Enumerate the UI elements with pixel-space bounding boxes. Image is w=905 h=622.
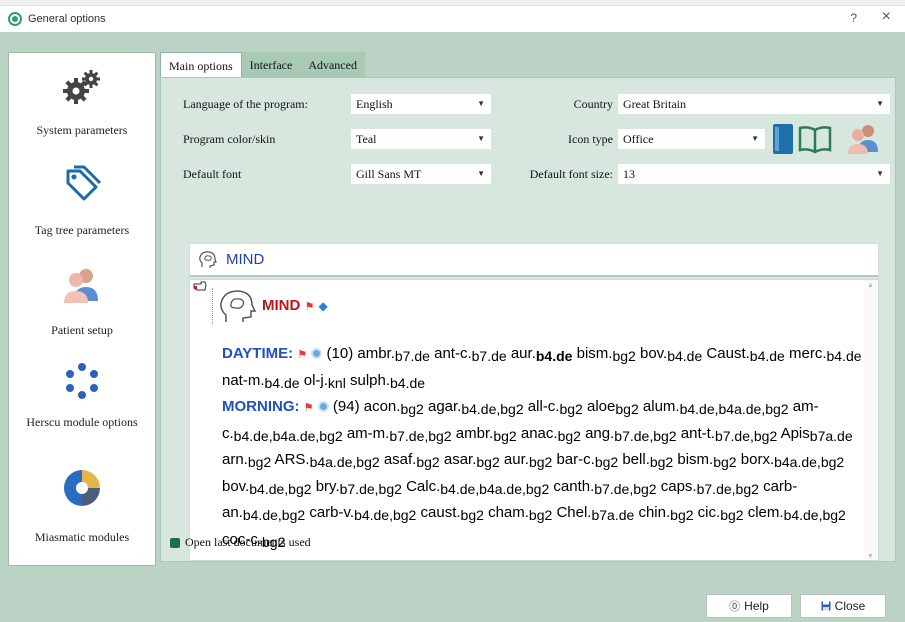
help-circle-icon: ⓪ — [729, 601, 741, 613]
sidebar-item-system-parameters[interactable]: System parameters — [9, 65, 155, 139]
gears-icon — [63, 70, 100, 104]
flag-icon: ⚑ — [304, 301, 315, 313]
chevron-down-icon: ▼ — [477, 134, 485, 143]
chapter-heading: MIND ⚑ ◆ — [262, 297, 328, 314]
main-options-panel: Language of the program: English ▼ Count… — [160, 77, 896, 562]
close-icon[interactable]: × — [882, 8, 891, 26]
window-title: General options — [28, 13, 106, 25]
rubric-name: DAYTIME: — [222, 345, 294, 362]
repertory-text: DAYTIME: ⚑ (10) ambr.b7.de ant-c.b7.de a… — [222, 345, 862, 550]
pointing-hand-icon — [193, 281, 207, 291]
info-icon[interactable] — [317, 401, 329, 412]
icon-type-select[interactable]: Office ▼ — [618, 129, 765, 149]
sidebar-label-tag-tree: Tag tree parameters — [34, 223, 130, 237]
icon-type-preview — [773, 124, 878, 154]
rubric-name: MORNING: — [222, 398, 300, 415]
chevron-down-icon: ▼ — [876, 99, 884, 108]
help-button[interactable]: ⓪ Help — [706, 594, 792, 618]
dots-circle-icon — [66, 363, 98, 399]
viewer-header-title: MIND — [226, 251, 265, 268]
content-area: Main options Interface Advanced Language… — [160, 52, 896, 562]
app-icon — [8, 12, 22, 26]
close-button-label: Close — [834, 599, 866, 613]
tags-icon — [66, 165, 102, 201]
country-value: Great Britain — [623, 97, 686, 111]
tab-main-options[interactable]: Main options — [160, 52, 242, 77]
sidebar-item-miasmatic[interactable]: Miasmatic modules — [9, 466, 155, 546]
font-size-value: 13 — [623, 167, 635, 181]
scroll-up-icon[interactable]: ▲ — [867, 282, 874, 289]
flag-icon: ⚑ — [297, 349, 308, 361]
language-value: English — [356, 97, 393, 111]
skin-value: Teal — [356, 132, 377, 146]
diamond-icon: ◆ — [318, 299, 328, 313]
sidebar-label-miasmatic: Miasmatic modules — [34, 530, 130, 544]
skin-select[interactable]: Teal ▼ — [351, 129, 491, 149]
open-last-documents-checkbox[interactable]: Open last documents used — [170, 535, 311, 550]
tab-bar: Main options Interface Advanced — [160, 52, 365, 77]
tab-interface[interactable]: Interface — [242, 52, 301, 77]
font-size-select[interactable]: 13 ▼ — [618, 164, 890, 184]
icon-type-value: Office — [623, 132, 654, 146]
checkbox-checked-icon[interactable] — [170, 537, 180, 548]
sidebar-item-tag-tree[interactable]: Tag tree parameters — [9, 163, 155, 239]
info-icon[interactable] — [311, 348, 323, 359]
viewer-scrollbar[interactable]: ▲ ▼ — [864, 280, 878, 560]
font-select[interactable]: Gill Sans MT ▼ — [351, 164, 491, 184]
chevron-down-icon: ▼ — [751, 134, 759, 143]
help-icon[interactable]: ? — [850, 11, 857, 25]
head-brain-icon — [220, 290, 257, 322]
sidebar-label-patient-setup: Patient setup — [51, 323, 113, 337]
sidebar-item-patient-setup[interactable]: Patient setup — [9, 263, 155, 339]
font-size-label: Default font size: — [529, 167, 613, 181]
tree-guide — [212, 288, 213, 324]
sidebar-label-herscu: Herscu module options — [26, 415, 138, 429]
help-button-label: Help — [744, 599, 769, 613]
pie-icon — [64, 470, 100, 506]
sidebar-item-herscu[interactable]: Herscu module options — [9, 359, 155, 431]
tab-advanced[interactable]: Advanced — [300, 52, 365, 77]
repertory-viewer: MIND ⚑ ◆ DAYTIME: ⚑ (10) ambr.b7.de ant-… — [189, 279, 879, 561]
sidebar: System parameters Tag tree parameters Pa… — [8, 52, 156, 566]
country-select[interactable]: Great Britain ▼ — [618, 94, 890, 114]
country-label: Country — [573, 97, 613, 111]
font-label: Default font — [183, 167, 242, 181]
chevron-down-icon: ▼ — [876, 169, 884, 178]
rubric-count: (94) — [332, 398, 360, 415]
chevron-down-icon: ▼ — [477, 99, 485, 108]
rubric-count: (10) — [326, 345, 354, 362]
language-label: Language of the program: — [183, 97, 308, 111]
close-button[interactable]: Close — [800, 594, 886, 618]
chapter-name: MIND — [262, 297, 301, 314]
flag-icon: ⚑ — [303, 402, 314, 414]
viewer-header: MIND — [189, 243, 879, 277]
sidebar-label-system-parameters: System parameters — [36, 123, 128, 137]
book-closed-icon — [773, 124, 793, 154]
open-last-documents-label: Open last documents used — [185, 535, 311, 549]
chevron-down-icon: ▼ — [477, 169, 485, 178]
head-brain-icon — [199, 250, 217, 268]
icon-type-label: Icon type — [568, 132, 613, 146]
skin-label: Program color/skin — [183, 132, 276, 146]
language-select[interactable]: English ▼ — [351, 94, 491, 114]
save-icon — [821, 601, 831, 611]
patients-icon — [64, 269, 98, 303]
book-open-icon — [798, 126, 832, 154]
dialog-frame: System parameters Tag tree parameters Pa… — [0, 32, 905, 622]
patients-icon — [848, 125, 878, 154]
scroll-down-icon[interactable]: ▼ — [867, 553, 874, 560]
font-value: Gill Sans MT — [356, 167, 422, 181]
title-bar: General options ? × — [0, 6, 905, 32]
